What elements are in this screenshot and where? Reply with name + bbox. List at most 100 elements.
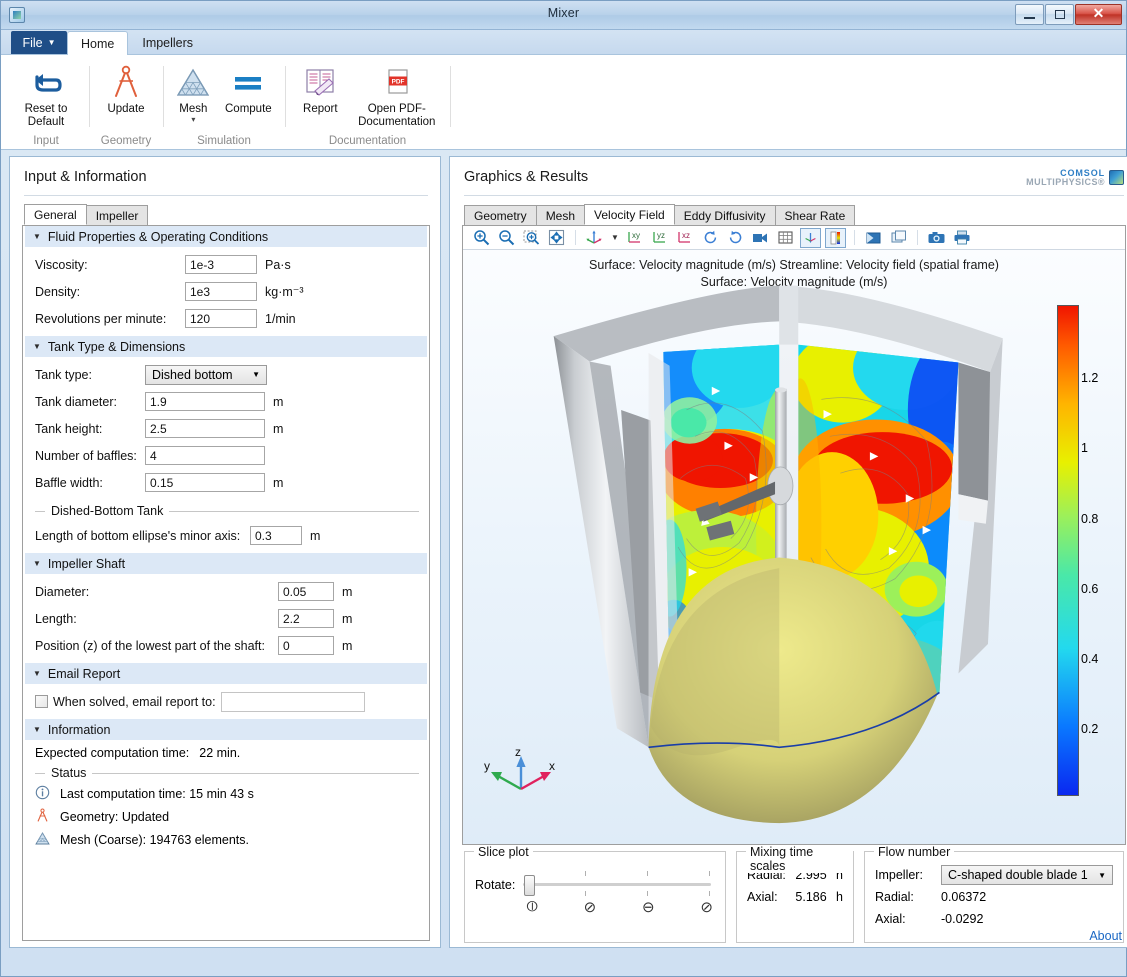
ribbon-tab-home-label: Home <box>81 37 114 51</box>
triangle-down-icon: ▼ <box>33 559 41 568</box>
maximize-button[interactable] <box>1045 4 1074 25</box>
minimize-button[interactable] <box>1015 4 1044 25</box>
slice-angle-0-icon[interactable]: ⦶ <box>527 898 538 916</box>
email-address-input[interactable] <box>221 692 365 712</box>
tab-shear-rate[interactable]: Shear Rate <box>775 205 856 225</box>
rpm-input[interactable]: 120 <box>185 309 257 328</box>
compute-button[interactable]: Compute <box>218 58 279 132</box>
section-email-report[interactable]: ▼ Email Report <box>25 663 427 684</box>
graphics-canvas[interactable]: Surface: Velocity magnitude (m/s) Stream… <box>463 250 1125 844</box>
orientation-axes-icon[interactable] <box>584 228 605 248</box>
zoom-out-icon[interactable] <box>496 228 517 248</box>
update-button[interactable]: Update <box>95 58 157 132</box>
tank-height-label: Tank height: <box>35 422 145 436</box>
shaft-diameter-input[interactable]: 0.05 <box>278 582 334 601</box>
ribbon-body: Reset to Default Input <box>1 55 1126 150</box>
ribbon-tab-home[interactable]: Home <box>67 31 128 55</box>
field-tank-diameter: Tank diameter: 1.9 m <box>35 388 419 415</box>
tab-general[interactable]: General <box>24 204 87 225</box>
viscosity-input[interactable]: 1e-3 <box>185 255 257 274</box>
shaft-fields: Diameter: 0.05 m Length: 2.2 m Position … <box>23 574 429 663</box>
minor-axis-input[interactable]: 0.3 <box>250 526 302 545</box>
tab-impeller[interactable]: Impeller <box>86 205 149 225</box>
tank-diameter-input[interactable]: 1.9 <box>145 392 265 411</box>
field-email-report: When solved, email report to: <box>35 688 419 715</box>
ribbon-tab-impellers[interactable]: Impellers <box>128 31 207 54</box>
camera-icon[interactable] <box>750 228 771 248</box>
slice-angle-90-icon[interactable]: ⊖ <box>642 898 655 916</box>
tank-height-input[interactable]: 2.5 <box>145 419 265 438</box>
flow-axial-label: Axial: <box>875 912 941 926</box>
slice-angle-135-icon[interactable]: ⊘ <box>700 898 713 916</box>
tab-velocity-field-label: Velocity Field <box>594 208 665 222</box>
transparency-icon[interactable] <box>863 228 884 248</box>
chevron-down-icon[interactable]: ▾ <box>191 116 195 123</box>
ribbon-tab-strip: File ▼ Home Impellers <box>1 30 1126 55</box>
slice-angle-45-icon[interactable]: ⊘ <box>584 898 597 916</box>
email-fields: When solved, email report to: <box>23 684 429 719</box>
field-minor-axis: Length of bottom ellipse's minor axis: 0… <box>35 522 419 549</box>
rotate-ccw-icon[interactable] <box>725 228 746 248</box>
tank-type-dropdown[interactable]: Dished bottom ▼ <box>145 365 267 385</box>
impeller-dropdown[interactable]: C-shaped double blade 1 ▼ <box>941 865 1113 885</box>
snapshot-icon[interactable] <box>926 228 947 248</box>
field-tank-height: Tank height: 2.5 m <box>35 415 419 442</box>
zoom-extents-icon[interactable] <box>546 228 567 248</box>
color-legend-ticks: 1.2 1 0.8 0.6 0.4 0.2 <box>1081 305 1115 796</box>
section-fluid-properties[interactable]: ▼ Fluid Properties & Operating Condition… <box>25 226 427 247</box>
graphics-toolbar: ▼ xy yz xz <box>463 226 1125 250</box>
axis-triad-icon: y z x <box>481 744 559 802</box>
tank-type-value: Dished bottom <box>152 368 233 382</box>
general-tab-content: ▼ Fluid Properties & Operating Condition… <box>22 225 430 941</box>
slice-plot-group: Slice plot Rotate: <box>464 851 726 943</box>
shaft-length-input[interactable]: 2.2 <box>278 609 334 628</box>
information-fields: Expected computation time: 22 min. <box>23 740 429 760</box>
view-yz-icon[interactable]: yz <box>650 228 671 248</box>
section-information[interactable]: ▼ Information <box>25 719 427 740</box>
copy-icon[interactable] <box>888 228 909 248</box>
section-impeller-shaft-label: Impeller Shaft <box>48 557 125 571</box>
open-pdf-documentation-button[interactable]: PDF Open PDF- Documentation <box>350 58 444 132</box>
status-computation-time-text: Last computation time: 15 min 43 s <box>60 787 254 801</box>
color-legend-icon[interactable] <box>825 228 846 248</box>
about-link[interactable]: About <box>1089 929 1122 943</box>
shaft-position-input[interactable]: 0 <box>278 636 334 655</box>
view-xz-icon[interactable]: xz <box>675 228 696 248</box>
rotate-cw-icon[interactable] <box>700 228 721 248</box>
mesh-button[interactable]: Mesh ▾ <box>169 58 218 132</box>
density-input[interactable]: 1e3 <box>185 282 257 301</box>
close-button[interactable]: ✕ <box>1075 4 1122 25</box>
comsol-logo: COMSOL MULTIPHYSICS® <box>1026 169 1124 186</box>
email-report-checkbox[interactable] <box>35 695 48 708</box>
tab-eddy-diffusivity[interactable]: Eddy Diffusivity <box>674 205 776 225</box>
tab-geometry[interactable]: Geometry <box>464 205 537 225</box>
section-tank-type[interactable]: ▼ Tank Type & Dimensions <box>25 336 427 357</box>
scene-light-icon[interactable] <box>800 228 821 248</box>
zoom-box-icon[interactable] <box>521 228 542 248</box>
mixing-time-scales-legend: Mixing time scales <box>746 845 853 873</box>
grid-icon[interactable] <box>775 228 796 248</box>
divider <box>464 195 1124 196</box>
compute-label: Compute <box>225 103 272 116</box>
left-tab-strip: General Impeller <box>22 204 430 225</box>
zoom-in-icon[interactable] <box>471 228 492 248</box>
rotate-slider[interactable] <box>523 870 715 900</box>
chevron-down-icon: ▼ <box>1098 871 1106 880</box>
ribbon-tab-file[interactable]: File ▼ <box>11 31 67 54</box>
viscosity-label: Viscosity: <box>35 258 185 272</box>
orientation-dropdown-icon[interactable]: ▼ <box>609 228 621 248</box>
field-baffle-width: Baffle width: 0.15 m <box>35 469 419 496</box>
triangle-down-icon: ▼ <box>33 669 41 678</box>
section-impeller-shaft[interactable]: ▼ Impeller Shaft <box>25 553 427 574</box>
baffle-width-input[interactable]: 0.15 <box>145 473 265 492</box>
report-button[interactable]: Report <box>291 58 350 132</box>
field-number-of-baffles: Number of baffles: 4 <box>35 442 419 469</box>
print-icon[interactable] <box>951 228 972 248</box>
tab-geometry-label: Geometry <box>474 209 527 223</box>
reset-to-default-button[interactable]: Reset to Default <box>9 58 83 132</box>
tab-velocity-field[interactable]: Velocity Field <box>584 204 675 225</box>
view-xy-icon[interactable]: xy <box>625 228 646 248</box>
baffles-input[interactable]: 4 <box>145 446 265 465</box>
tab-mesh[interactable]: Mesh <box>536 205 585 225</box>
section-tank-type-label: Tank Type & Dimensions <box>48 340 185 354</box>
